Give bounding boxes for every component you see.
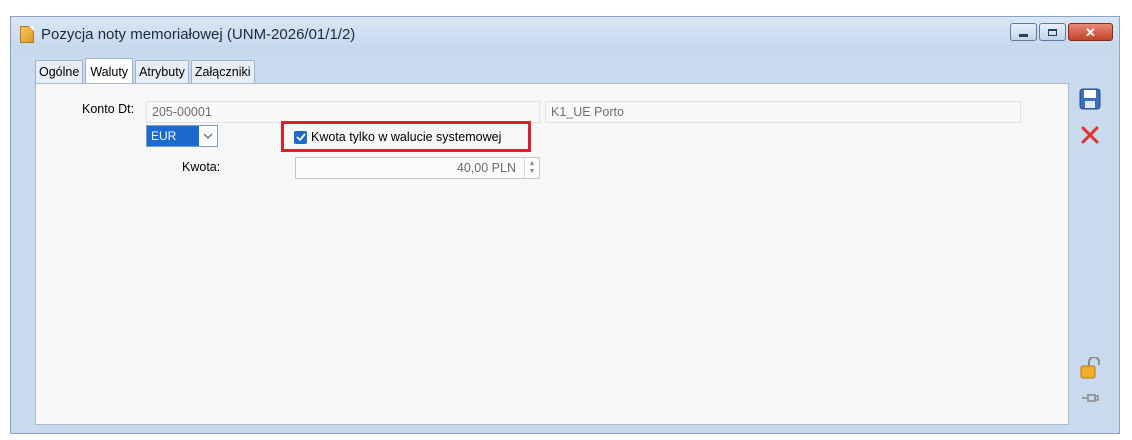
window-controls: ✕ [1010,23,1113,41]
title-bar: Pozycja noty memoriałowej (UNM-2026/01/1… [11,17,1119,53]
kwota-stepper[interactable]: ▲ ▼ [524,158,539,178]
cancel-icon[interactable] [1078,123,1102,147]
tab-atrybuty[interactable]: Atrybuty [135,60,189,84]
tab-waluty[interactable]: Waluty [85,58,134,85]
konto-field[interactable]: 205-00001 [146,101,540,123]
pin-icon[interactable] [1078,387,1102,409]
system-currency-checkbox-row[interactable]: Kwota tylko w walucie systemowej [294,130,501,144]
maximize-button[interactable] [1039,23,1066,41]
kwota-label: Kwota: [182,160,221,174]
unlock-icon[interactable] [1078,355,1102,381]
document-icon [20,26,34,43]
save-icon[interactable] [1078,87,1102,111]
maximize-icon [1048,28,1057,36]
konto-label: Konto Dt: [82,102,135,116]
minimize-icon [1019,33,1028,37]
system-currency-checkbox[interactable] [294,130,307,144]
tab-bar: Ogólne Waluty Atrybuty Załączniki [35,55,257,85]
system-currency-checkbox-label: Kwota tylko w walucie systemowej [311,130,502,144]
konto-name-field[interactable]: K1_UE Porto [545,101,1021,123]
kwota-value: 40,00 PLN [456,161,516,175]
close-button[interactable]: ✕ [1068,23,1113,41]
kwota-input[interactable]: 40,00 PLN ▲ ▼ [295,157,540,179]
currency-value: EUR [147,126,199,146]
stepper-up-icon[interactable]: ▲ [529,160,536,168]
tab-zalaczniki[interactable]: Załączniki [190,60,255,84]
waluty-panel: Konto Dt: 205-00001 K1_UE Porto EUR Kwot… [35,83,1069,425]
stepper-down-icon[interactable]: ▼ [529,168,536,176]
minimize-button[interactable] [1010,23,1037,41]
dialog-window: Pozycja noty memoriałowej (UNM-2026/01/1… [10,16,1120,434]
chevron-down-icon[interactable] [199,126,217,146]
close-icon: ✕ [1085,24,1096,40]
currency-select[interactable]: EUR [146,125,218,147]
tab-ogolne[interactable]: Ogólne [35,60,84,84]
window-title: Pozycja noty memoriałowej (UNM-2026/01/1… [41,26,356,43]
